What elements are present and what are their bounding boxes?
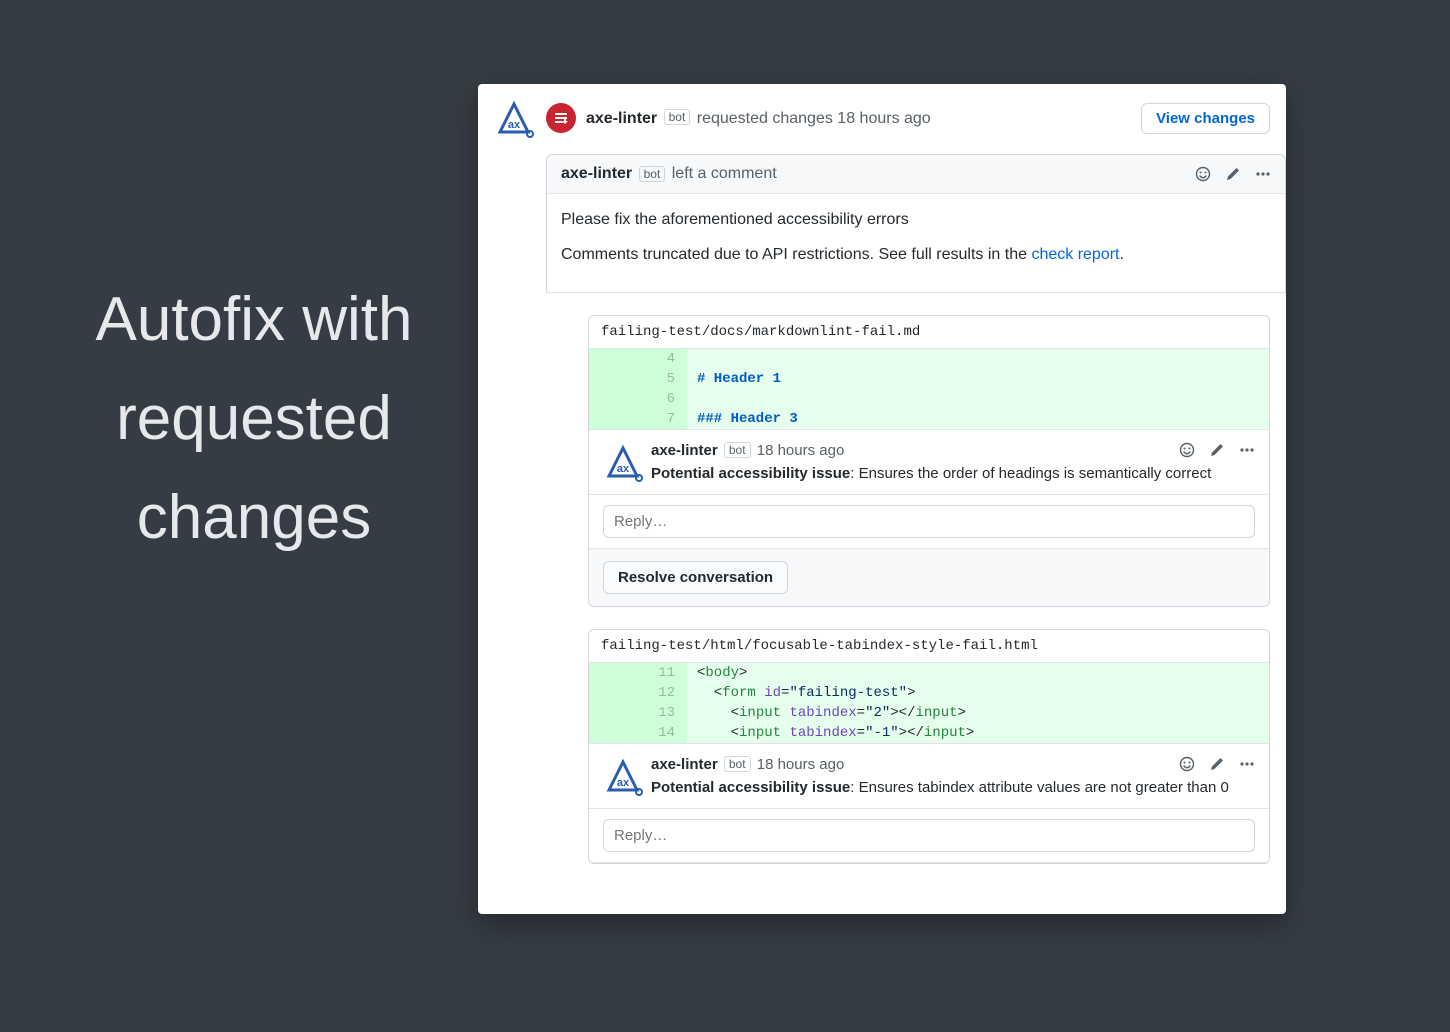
review-action: requested changes xyxy=(697,110,833,127)
svg-text:ax: ax xyxy=(508,119,521,131)
view-changes-button[interactable]: View changes xyxy=(1141,103,1270,134)
reply-input[interactable] xyxy=(603,819,1255,852)
svg-text:ax: ax xyxy=(617,777,630,789)
code-content: <input tabindex="2"></input> xyxy=(687,703,976,723)
slide-title: Autofix with requested changes xyxy=(64,270,444,568)
line-number: 12 xyxy=(589,683,687,703)
comment-header-actions xyxy=(1195,166,1271,182)
emoji-icon[interactable] xyxy=(1179,756,1195,772)
bot-name: axe-linter xyxy=(586,110,657,127)
inline-comment: ax axe-linter bot 18 hours ago Potential xyxy=(589,430,1269,495)
inline-comment: ax axe-linter bot 18 hours ago Potential xyxy=(589,744,1269,809)
line-number: 6 xyxy=(589,389,687,409)
slide: Autofix with requested changes ax axe-li… xyxy=(0,0,1450,1032)
file-review-block: failing-test/docs/markdownlint-fail.md 4… xyxy=(588,315,1270,607)
code-diff: 11<body> 12 <form id="failing-test"> 13 … xyxy=(589,663,1269,744)
review-summary-text: axe-linter bot requested changes 18 hour… xyxy=(586,109,931,128)
code-content: <body> xyxy=(687,663,757,683)
comment-line-2: Comments truncated due to API restrictio… xyxy=(561,243,1271,268)
reply-input[interactable] xyxy=(603,505,1255,538)
line-number: 7 xyxy=(589,409,687,429)
file-path[interactable]: failing-test/docs/markdownlint-fail.md xyxy=(589,316,1269,349)
reply-row xyxy=(589,809,1269,863)
pencil-icon[interactable] xyxy=(1225,166,1241,182)
code-content: # Header 1 xyxy=(687,369,791,389)
file-review-block: failing-test/html/focusable-tabindex-sty… xyxy=(588,629,1270,864)
kebab-icon[interactable] xyxy=(1239,756,1255,772)
inline-comment-text: Potential accessibility issue: Ensures t… xyxy=(651,465,1255,482)
avatar: ax xyxy=(494,98,534,138)
svg-text:ax: ax xyxy=(617,463,630,475)
axe-logo-icon: ax xyxy=(603,756,643,796)
pencil-icon[interactable] xyxy=(1209,756,1225,772)
bot-pill: bot xyxy=(664,109,691,125)
code-content: <input tabindex="-1"></input> xyxy=(687,723,984,743)
check-report-link[interactable]: check report xyxy=(1031,246,1119,263)
line-number: 13 xyxy=(589,703,687,723)
line-number: 14 xyxy=(589,723,687,743)
avatar: ax xyxy=(603,756,639,792)
axe-logo-icon: ax xyxy=(603,442,643,482)
code-diff: 4 5# Header 1 6 7### Header 3 xyxy=(589,349,1269,430)
line-number: 4 xyxy=(589,349,687,369)
github-review-panel: ax axe-linter bot requested changes 18 h… xyxy=(478,84,1286,914)
line-number: 11 xyxy=(589,663,687,683)
kebab-icon[interactable] xyxy=(1239,442,1255,458)
emoji-icon[interactable] xyxy=(1195,166,1211,182)
resolve-row: Resolve conversation xyxy=(589,549,1269,606)
comment-action: left a comment xyxy=(672,165,777,183)
requested-changes-badge-icon xyxy=(546,103,576,133)
bot-name: axe-linter xyxy=(561,165,632,183)
pencil-icon[interactable] xyxy=(1209,442,1225,458)
avatar: ax xyxy=(603,442,639,478)
code-content: <form id="failing-test"> xyxy=(687,683,925,703)
comment-body: Please fix the aforementioned accessibil… xyxy=(547,194,1285,293)
reply-row xyxy=(589,495,1269,549)
code-content xyxy=(687,389,715,409)
file-path[interactable]: failing-test/html/focusable-tabindex-sty… xyxy=(589,630,1269,663)
review-comment-box: axe-linter bot left a comment Please fix… xyxy=(546,154,1286,293)
code-content: ### Header 3 xyxy=(687,409,808,429)
inline-comment-text: Potential accessibility issue: Ensures t… xyxy=(651,779,1255,796)
comment-line-1: Please fix the aforementioned accessibil… xyxy=(561,208,1271,233)
kebab-icon[interactable] xyxy=(1255,166,1271,182)
bot-pill: bot xyxy=(639,166,666,182)
inline-comment-meta: axe-linter bot 18 hours ago xyxy=(651,442,1255,459)
axe-logo-icon: ax xyxy=(494,98,534,138)
review-timestamp: 18 hours ago xyxy=(837,110,930,127)
comment-header: axe-linter bot left a comment xyxy=(547,155,1285,194)
review-header-row: ax axe-linter bot requested changes 18 h… xyxy=(478,84,1286,154)
resolve-conversation-button[interactable]: Resolve conversation xyxy=(603,561,788,594)
line-number: 5 xyxy=(589,369,687,389)
emoji-icon[interactable] xyxy=(1179,442,1195,458)
code-content xyxy=(687,349,715,369)
inline-comment-meta: axe-linter bot 18 hours ago xyxy=(651,756,1255,773)
